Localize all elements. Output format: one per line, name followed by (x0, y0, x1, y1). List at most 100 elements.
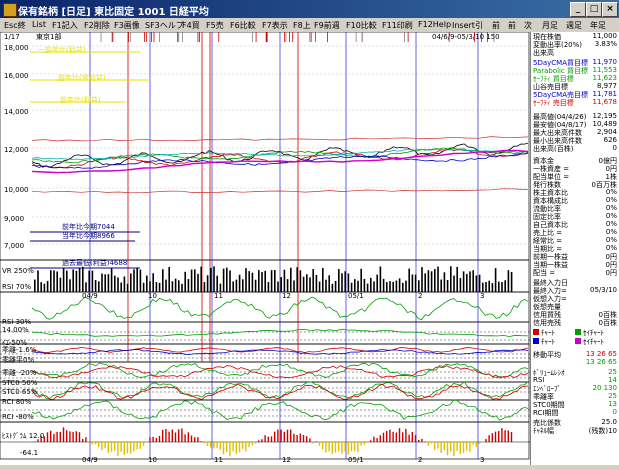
chart-area[interactable]: 1/17 東京1部 04/6/9-05/3/10 150 18,000 16,0… (0, 32, 530, 465)
volume-bar (332, 284, 334, 292)
menu-prev-2[interactable]: 前 (508, 20, 516, 31)
panel-frame (0, 322, 529, 344)
date-label-jan-bottom: 05/1 (348, 456, 364, 464)
price-tick-12000: 12,000 (4, 146, 29, 154)
volume-bar (56, 271, 58, 292)
histogram-bar-down (479, 442, 480, 444)
minimize-button[interactable]: _ (570, 2, 586, 17)
volume-bar (53, 270, 55, 292)
volume-bar (236, 280, 238, 292)
menu-f12[interactable]: F12Help (418, 20, 451, 29)
menu-sf3[interactable]: SF3ヘルプ (145, 20, 184, 31)
histogram-bar-up (508, 430, 509, 442)
volume-bar (508, 270, 510, 292)
volume-bar (367, 284, 369, 292)
histogram-bar-up (284, 432, 285, 442)
volume-bar (277, 282, 279, 292)
histogram-bar-up (162, 430, 163, 442)
chart-counter: 1/17 (4, 33, 20, 41)
menu-f2[interactable]: F2削除 (84, 20, 110, 31)
histogram-bar-up (200, 441, 201, 442)
histogram-bar-down (248, 442, 249, 447)
volume-bar (60, 278, 62, 292)
price-tick-18000: 18,000 (4, 44, 29, 52)
menu-weekly[interactable]: 週足 (566, 20, 582, 31)
menu-f4[interactable]: F4買 (182, 20, 200, 31)
volume-bar (124, 276, 126, 292)
volume-bar (120, 282, 122, 292)
histogram-bar-down (133, 442, 134, 452)
menu-f9[interactable]: F9前週 (314, 20, 340, 31)
histogram-bar-down (255, 442, 256, 444)
volume-bar (204, 282, 206, 292)
volume-bar (200, 267, 202, 292)
volume-bar (76, 271, 78, 292)
stock-chart[interactable]: 1/17 東京1部 04/6/9-05/3/10 150 18,000 16,0… (0, 32, 530, 465)
date-label-sep: 04/9 (82, 292, 98, 300)
histogram-bar-down (463, 442, 464, 453)
menu-f1[interactable]: F1記入 (52, 20, 78, 31)
histogram-bar-up (316, 441, 317, 442)
menu-monthly[interactable]: 月足 (542, 20, 558, 31)
histogram-bar-up (303, 435, 304, 442)
volume-bar (360, 269, 362, 292)
histogram-bar-down (210, 442, 211, 447)
chart-labels: 1/17 東京1部 04/6/9-05/3/10 150 18,000 16,0… (2, 32, 500, 464)
volume-bar (463, 271, 465, 292)
volume-bar (127, 284, 129, 292)
histogram-bar-up (300, 434, 301, 442)
menu-f3[interactable]: F3画像 (114, 20, 140, 31)
volume-bar (197, 274, 199, 292)
menu-f8[interactable]: F8上 (293, 20, 311, 31)
histogram-bar-down (120, 442, 121, 452)
menu-f11[interactable]: F11印刷 (382, 20, 413, 31)
histogram-bar-down (322, 442, 323, 449)
label-env: 14.00% (2, 326, 29, 334)
volume-bar (485, 282, 487, 292)
histogram-bar-up (399, 428, 400, 442)
menu-esc[interactable]: Esc終 (4, 20, 26, 31)
histogram-bar-up (168, 432, 169, 442)
volume-bar (431, 271, 433, 292)
histogram-bar-down (364, 442, 365, 445)
label-dev-high: 乖離-1.6% (2, 345, 37, 354)
histogram-bar-down (328, 442, 329, 451)
volume-bar (213, 266, 215, 292)
volume-bar (319, 282, 321, 292)
histogram-bar-down (428, 442, 429, 446)
blue-note-1: 前年比今期7044 (62, 222, 115, 231)
histogram-bar-up (175, 433, 176, 442)
date-label-mar-bottom: 3 (480, 456, 484, 464)
histogram-bar-down (124, 442, 125, 455)
volume-bar (472, 270, 474, 292)
histogram-bar-up (383, 433, 384, 442)
label-histogram: ﾋｽﾄｸﾞﾗﾑ 12.0 (2, 432, 44, 440)
menu-list[interactable]: List (32, 20, 46, 29)
histogram-bar-up (60, 432, 61, 442)
volume-bar (421, 267, 423, 292)
volume-bar (482, 283, 484, 292)
volume-bar (268, 282, 270, 292)
histogram-bar-up (309, 438, 310, 442)
menu-insert[interactable]: Insert引 (452, 20, 483, 31)
menu-f6[interactable]: F6比較 (230, 20, 256, 31)
menu-prev-1[interactable]: 前 (492, 20, 500, 31)
menu-f5[interactable]: F5売 (206, 20, 224, 31)
histogram-bar-up (277, 430, 278, 442)
menu-yearly[interactable]: 年足 (590, 20, 606, 31)
histogram-bar-down (117, 442, 118, 456)
volume-bar (239, 275, 241, 292)
menu-f7[interactable]: F7表示 (262, 20, 288, 31)
menu-next[interactable]: 次 (524, 20, 532, 31)
menu-f10[interactable]: F10比較 (346, 20, 377, 31)
histogram-bar-up (306, 436, 307, 442)
maximize-button[interactable]: □ (586, 2, 602, 17)
histogram-bar-up (76, 431, 77, 442)
close-button[interactable]: × (602, 2, 618, 17)
panel-frame (0, 400, 529, 422)
volume-bar (303, 277, 305, 292)
label-rsi-low: RSI 30% (2, 318, 32, 326)
histogram-bar-up (268, 437, 269, 442)
volume-bar (316, 275, 318, 292)
volume-bar (271, 270, 273, 292)
